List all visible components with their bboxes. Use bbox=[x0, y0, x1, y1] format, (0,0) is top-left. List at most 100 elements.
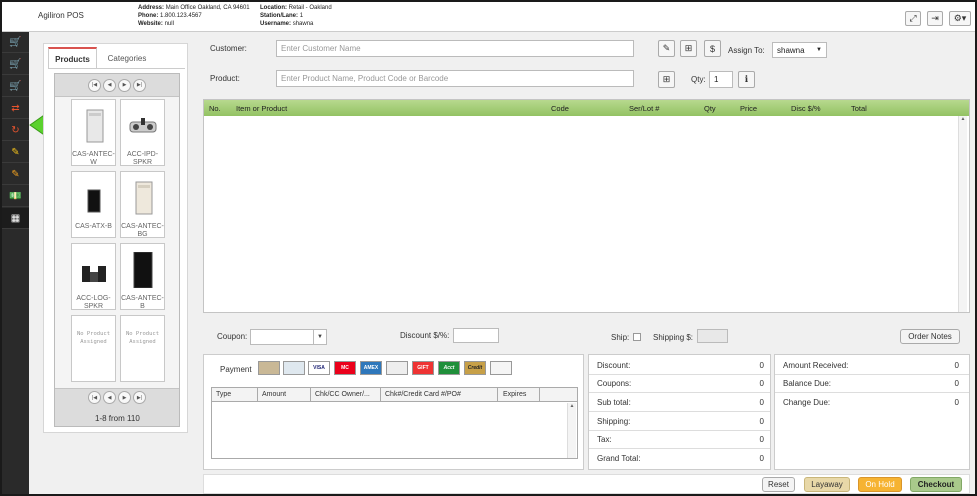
edit-icon: ✎ bbox=[11, 168, 20, 180]
prev-page-button[interactable]: ◀ bbox=[103, 391, 116, 404]
check-icon[interactable] bbox=[283, 361, 305, 375]
next-page-button[interactable]: ▶ bbox=[118, 78, 131, 92]
purchase-order-icon[interactable] bbox=[490, 361, 512, 375]
action-bar: Reset Layaway On Hold Checkout bbox=[203, 474, 970, 494]
scroll-up-icon: ▲ bbox=[960, 116, 966, 122]
top-bar: Agiliron POS Address: Main Office Oaklan… bbox=[2, 2, 975, 32]
sidebar-item-refresh[interactable]: ↻ bbox=[2, 120, 29, 141]
shipping-input[interactable] bbox=[697, 329, 728, 343]
product-search-input[interactable]: Enter Product Name, Product Code or Barc… bbox=[276, 70, 634, 87]
credit-card-icon[interactable] bbox=[386, 361, 408, 375]
grand-total-value: 0 bbox=[759, 454, 764, 463]
last-page-button[interactable]: ▶| bbox=[133, 391, 146, 404]
order-notes-button[interactable]: Order Notes bbox=[900, 329, 960, 344]
balance-box: Amount Received: 0 Balance Due: 0 Change… bbox=[774, 354, 970, 470]
payment-box: Payment VISA MC AMEX GIFT Acct Credit Ty… bbox=[203, 354, 584, 470]
black-tower-icon bbox=[133, 252, 153, 288]
assign-to-value: shawna bbox=[777, 45, 805, 55]
fullscreen-button[interactable]: ⤢ bbox=[905, 11, 921, 26]
product-tile[interactable]: CAS-ANTEC-W bbox=[71, 99, 116, 166]
tab-products[interactable]: Products bbox=[48, 47, 97, 69]
totals-box: Discount: 0 Coupons: 0 Sub total: 0 Ship… bbox=[588, 354, 771, 470]
product-tile[interactable]: CAS-ANTEC-B bbox=[120, 243, 165, 310]
tab-divider bbox=[48, 68, 185, 69]
sidebar-item-exchange[interactable]: ⇄ bbox=[2, 98, 29, 119]
speakers-icon bbox=[82, 266, 106, 282]
no-product-label: No Product Assigned bbox=[125, 331, 160, 345]
tax-label: Tax: bbox=[597, 435, 612, 444]
sidebar-item-edit-2[interactable]: ✎ bbox=[2, 164, 29, 185]
product-tile[interactable]: CAS-ATX-B bbox=[71, 171, 116, 238]
sidebar-item-cash[interactable]: 💵 bbox=[2, 186, 29, 207]
product-tile[interactable]: CAS-ANTEC-BG bbox=[120, 171, 165, 238]
price-button[interactable]: $ bbox=[704, 40, 721, 57]
qty-input[interactable]: 1 bbox=[709, 71, 733, 88]
customer-input[interactable]: Enter Customer Name bbox=[276, 40, 634, 57]
layaway-button[interactable]: Layaway bbox=[804, 477, 850, 492]
change-due-value: 0 bbox=[954, 398, 959, 407]
store-credit-icon[interactable]: Credit bbox=[464, 361, 486, 375]
first-page-button[interactable]: |◀ bbox=[88, 391, 101, 404]
first-page-button[interactable]: |◀ bbox=[88, 78, 101, 92]
info-button[interactable]: ℹ bbox=[738, 71, 755, 88]
cash-icon[interactable] bbox=[258, 361, 280, 375]
dollar-icon: $ bbox=[709, 43, 715, 54]
coupon-label: Coupon: bbox=[217, 332, 248, 341]
on-hold-button[interactable]: On Hold bbox=[858, 477, 902, 492]
visa-icon[interactable]: VISA bbox=[308, 361, 330, 375]
sidebar-item-grid[interactable]: ▦ bbox=[2, 208, 29, 229]
sidebar-item-order[interactable]: 🛒 bbox=[2, 54, 29, 75]
sidebar-item-sale[interactable]: 🛒 bbox=[2, 32, 29, 53]
mastercard-icon[interactable]: MC bbox=[334, 361, 356, 375]
account-icon[interactable]: Acct bbox=[438, 361, 460, 375]
ship-checkbox[interactable] bbox=[633, 333, 641, 341]
expand-icon: ⤢ bbox=[909, 13, 917, 23]
chevron-down-icon: ▼ bbox=[816, 47, 822, 53]
next-page-button[interactable]: ▶ bbox=[118, 391, 131, 404]
product-tile[interactable]: ACC-IPD-SPKR bbox=[120, 99, 165, 166]
beige-tower-icon bbox=[135, 181, 153, 215]
discount-label: Discount $/%: bbox=[400, 331, 450, 340]
product-count: 1-8 from 110 bbox=[95, 414, 140, 423]
product-panel: Products Categories |◀ ◀ ▶ ▶| CAS-ANTEC-… bbox=[43, 43, 188, 433]
settings-button[interactable]: ⚙▾ bbox=[949, 11, 971, 26]
product-tile-empty[interactable]: No Product Assigned bbox=[71, 315, 116, 382]
app-frame: Agiliron POS Address: Main Office Oaklan… bbox=[0, 0, 977, 496]
col-expires: Expires bbox=[503, 391, 527, 398]
sidebar-item-edit[interactable]: ✎ bbox=[2, 142, 29, 163]
col-owner: Chk/CC Owner/... bbox=[315, 391, 370, 398]
tab-categories[interactable]: Categories bbox=[102, 47, 152, 69]
app-title: Agiliron POS bbox=[38, 11, 84, 20]
exchange-icon: ⇄ bbox=[11, 102, 20, 114]
logout-button[interactable]: ⇥ bbox=[927, 11, 943, 26]
checkout-button[interactable]: Checkout bbox=[910, 477, 962, 492]
amex-icon[interactable]: AMEX bbox=[360, 361, 382, 375]
cart-icon: 🛒 bbox=[9, 36, 22, 48]
plus-box-icon: ⊞ bbox=[684, 43, 693, 53]
discount-input[interactable] bbox=[453, 328, 499, 343]
col-total: Total bbox=[851, 104, 867, 113]
col-card-number: Chk#/Credit Card #/PO# bbox=[385, 391, 461, 398]
sidebar-item-return[interactable]: 🛒 bbox=[2, 76, 29, 97]
amount-received-label: Amount Received: bbox=[783, 361, 849, 370]
prev-page-button[interactable]: ◀ bbox=[103, 78, 116, 92]
last-page-button[interactable]: ▶| bbox=[133, 78, 146, 92]
add-product-button[interactable]: ⊞ bbox=[658, 71, 675, 88]
money-icon: 💵 bbox=[9, 190, 22, 202]
order-scrollbar[interactable]: ▲ bbox=[958, 116, 967, 312]
shipping-total-label: Shipping: bbox=[597, 417, 631, 426]
assign-to-select[interactable]: shawna ▼ bbox=[772, 42, 827, 58]
payment-scrollbar[interactable]: ▲ bbox=[567, 403, 576, 458]
edit-icon: ✎ bbox=[11, 146, 20, 158]
add-customer-button[interactable]: ⊞ bbox=[680, 40, 697, 57]
product-tile-empty[interactable]: No Product Assigned bbox=[120, 315, 165, 382]
coupon-select[interactable]: ▼ bbox=[250, 329, 327, 345]
reset-button[interactable]: Reset bbox=[762, 477, 795, 492]
product-tile[interactable]: ACC-LOG-SPKR bbox=[71, 243, 116, 310]
gift-card-icon[interactable]: GIFT bbox=[412, 361, 434, 375]
subtotal-label: Sub total: bbox=[597, 398, 631, 407]
info-icon: ℹ bbox=[744, 74, 749, 84]
customer-label: Customer: bbox=[210, 44, 247, 53]
edit-customer-button[interactable]: ✎ bbox=[658, 40, 675, 57]
plus-icon: ⊞ bbox=[662, 74, 671, 84]
